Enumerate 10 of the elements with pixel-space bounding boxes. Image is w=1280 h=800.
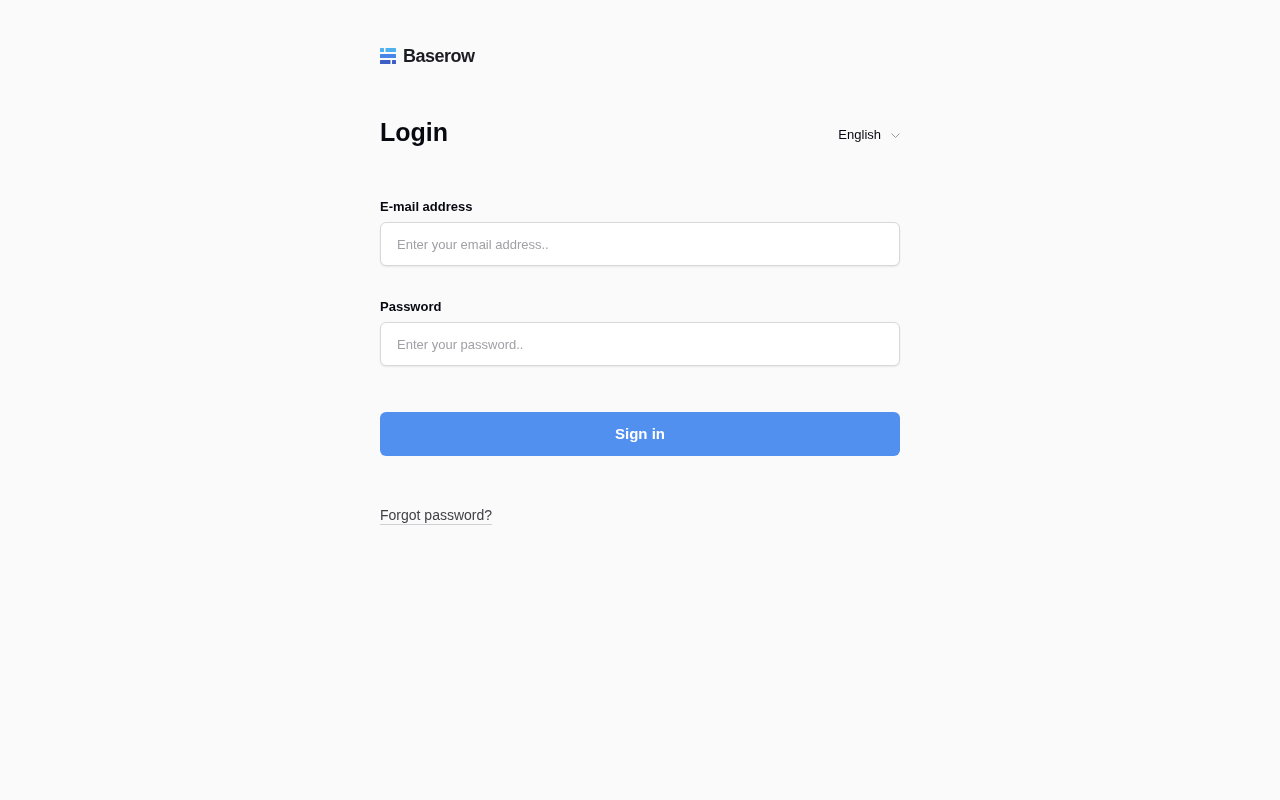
logo-icon (380, 48, 396, 64)
language-dropdown[interactable]: English (838, 125, 900, 145)
forgot-password-link[interactable]: Forgot password? (380, 507, 493, 525)
chevron-down-icon (891, 132, 900, 138)
input-field[interactable]: Enter your password.. (380, 322, 900, 366)
page-title: Login (380, 119, 449, 145)
field-label: Password (380, 300, 443, 314)
field-label: E-mail address (380, 200, 474, 214)
logo-wordmark: Baserow (403, 47, 475, 65)
input-field[interactable]: Enter your email address.. (380, 222, 900, 266)
